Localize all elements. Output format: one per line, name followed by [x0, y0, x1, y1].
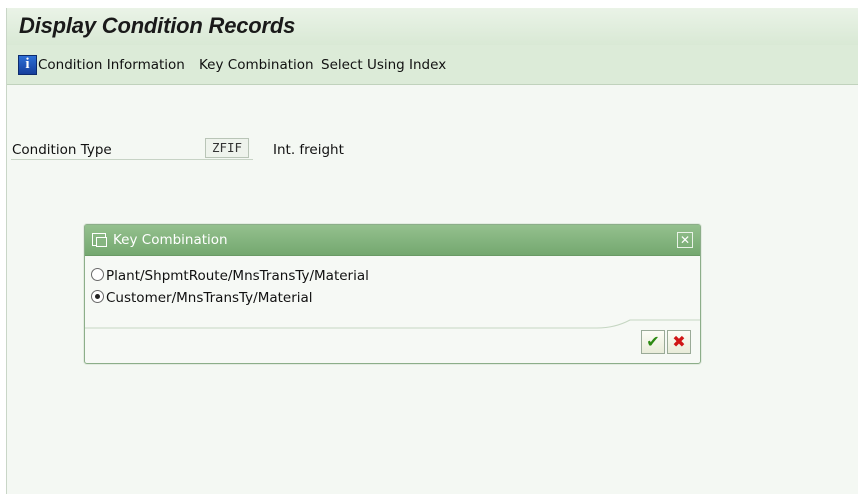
field-divider: [11, 159, 253, 160]
condition-type-label: Condition Type: [12, 142, 112, 158]
key-combination-dialog: Key Combination ✕ Plant/ShpmtRoute/MnsTr…: [84, 224, 701, 364]
condition-type-description: Int. freight: [273, 142, 344, 158]
condition-type-field: ZFIF: [205, 138, 249, 158]
radio-label: Plant/ShpmtRoute/MnsTransTy/Material: [106, 268, 369, 284]
radio-label: Customer/MnsTransTy/Material: [106, 290, 313, 306]
window-icon: [92, 233, 107, 247]
title-bar: Display Condition Records: [7, 8, 858, 45]
confirm-check-button[interactable]: ✔: [641, 330, 665, 354]
select-using-index-button[interactable]: Select Using Index: [321, 57, 446, 73]
dialog-title-bar: Key Combination ✕: [85, 225, 700, 256]
radio-button-selected[interactable]: [91, 290, 104, 303]
dialog-title: Key Combination: [113, 232, 228, 248]
footer-divider: [85, 319, 700, 329]
cancel-x-button[interactable]: ✖: [667, 330, 691, 354]
application-toolbar: i Condition Information Key Combination …: [7, 45, 858, 85]
radio-plant-shpmtroute[interactable]: Plant/ShpmtRoute/MnsTransTy/Material: [91, 268, 369, 284]
close-icon[interactable]: ✕: [677, 232, 693, 248]
radio-customer-mnstransty[interactable]: Customer/MnsTransTy/Material: [91, 290, 313, 306]
condition-information-button[interactable]: Condition Information: [38, 57, 185, 73]
key-combination-button[interactable]: Key Combination: [199, 57, 314, 73]
radio-button-unselected[interactable]: [91, 268, 104, 281]
info-icon[interactable]: i: [18, 55, 37, 75]
page-title: Display Condition Records: [19, 13, 296, 38]
